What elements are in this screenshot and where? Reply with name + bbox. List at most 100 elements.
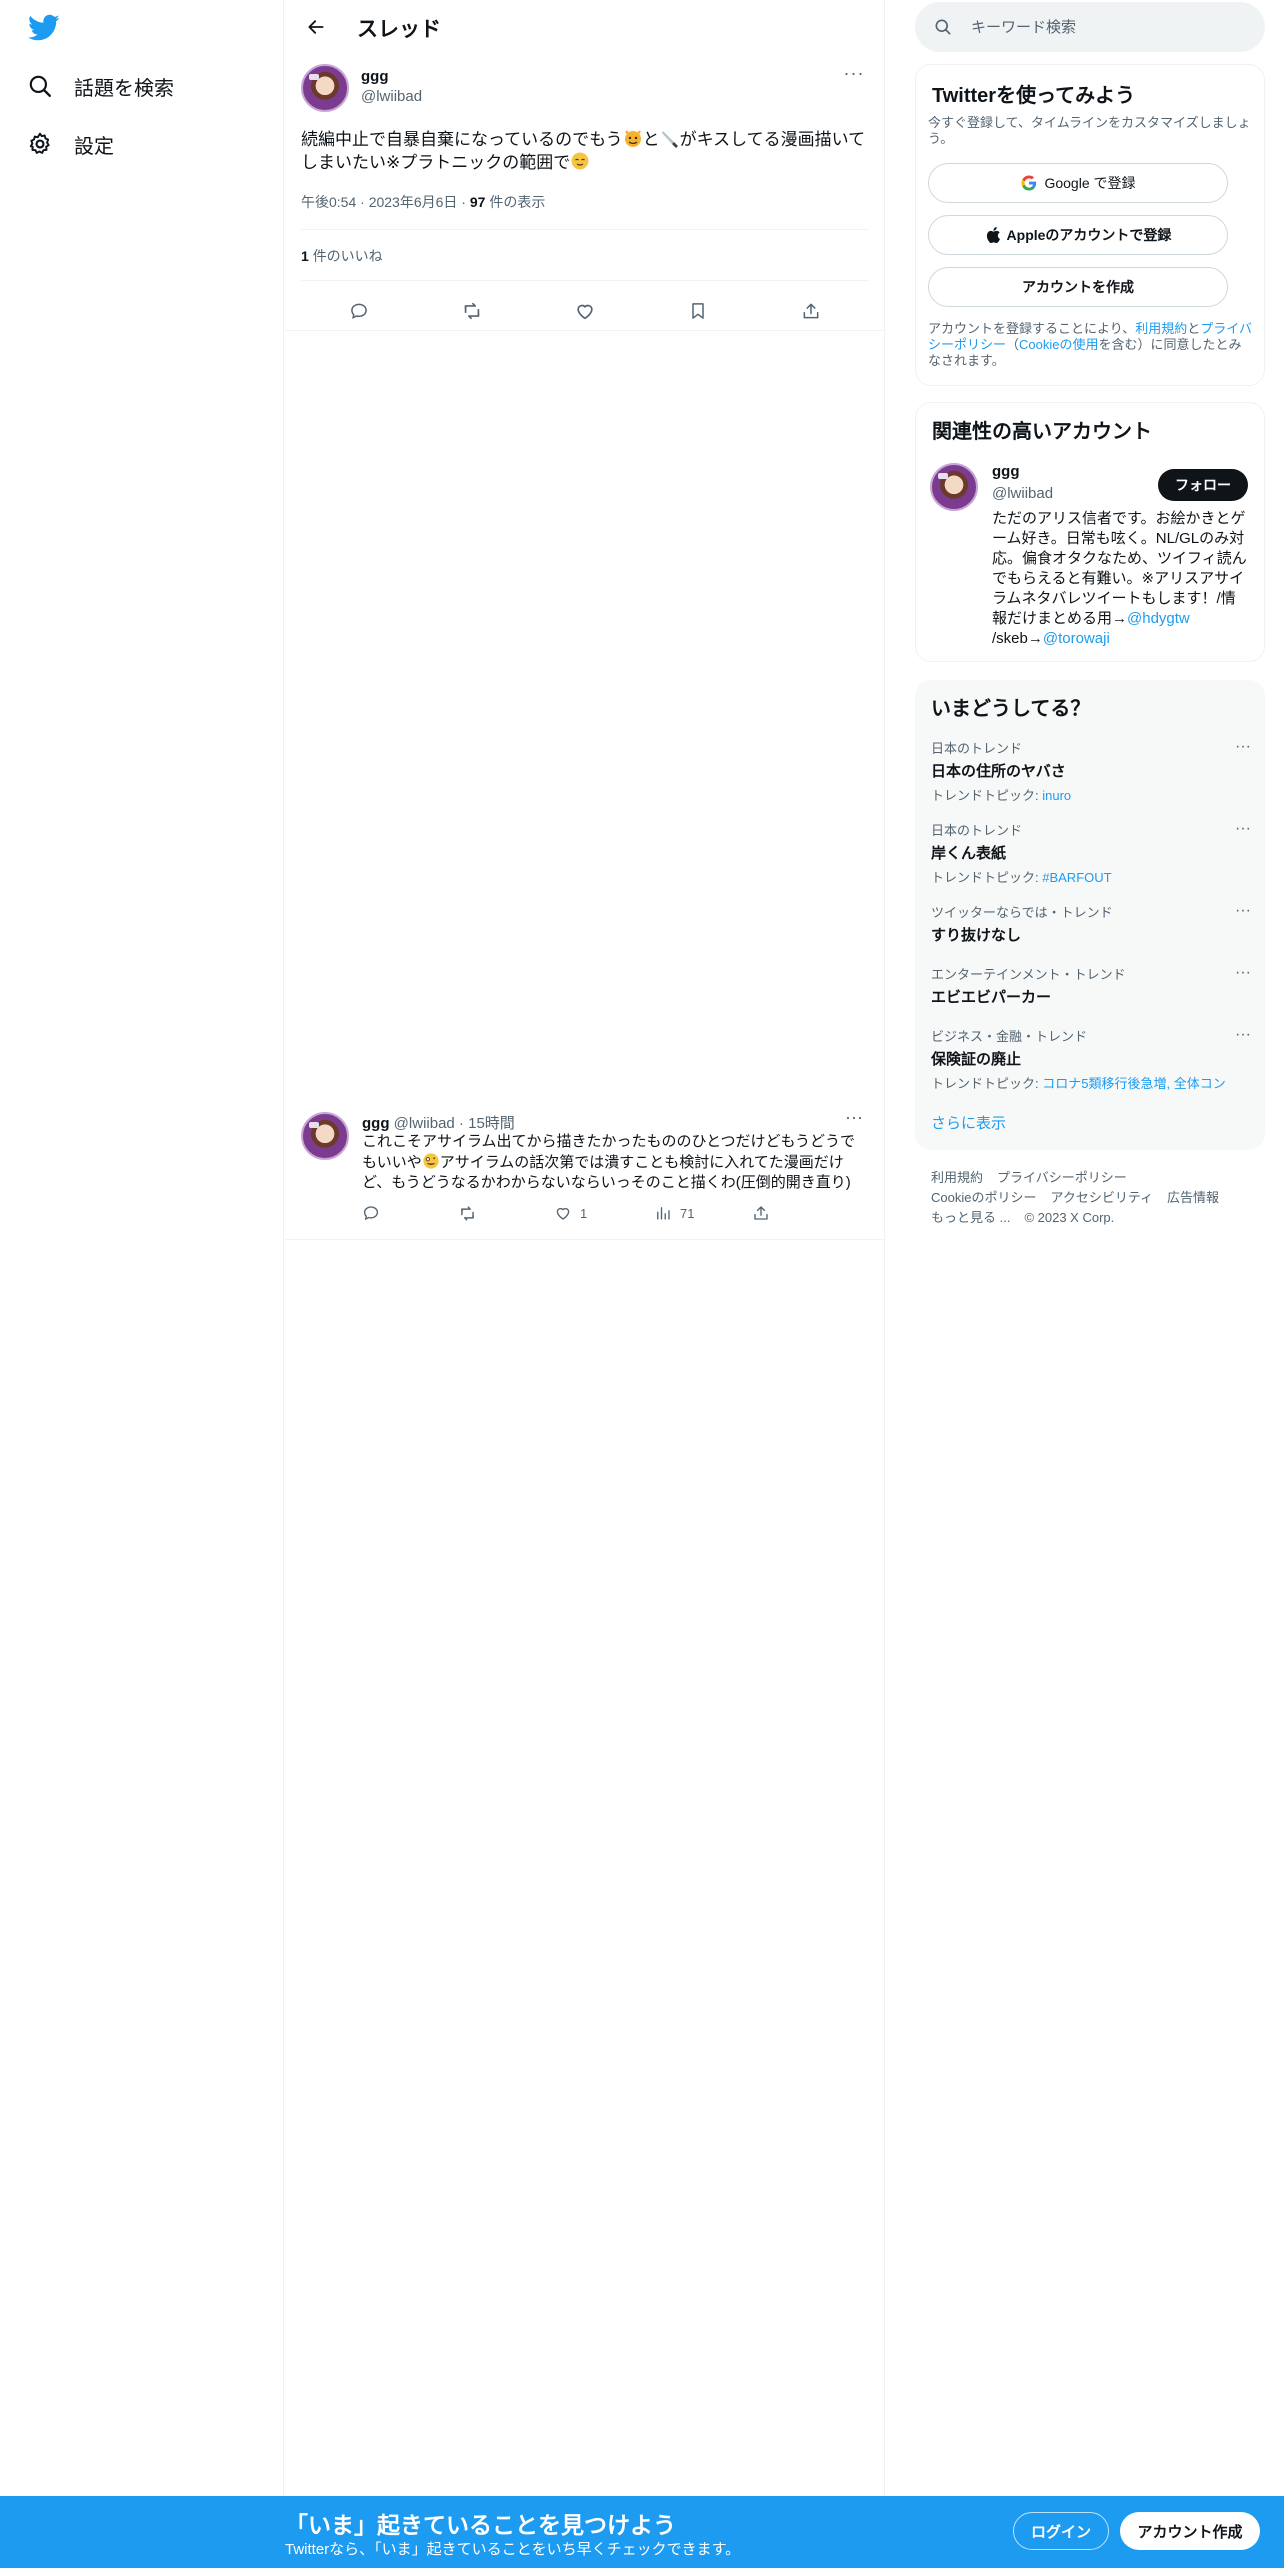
reply-header: ggg @lwiibad · 15時間 [362, 1115, 515, 1132]
like-heart-icon [554, 1204, 572, 1222]
search-box[interactable] [915, 2, 1265, 52]
terms-text: アカウントを登録することにより、 [928, 321, 1136, 336]
tweet-text: これこそアサイラム出てから描きたかったもののひとつだけどもうどうでもいいや アサイ… [362, 1132, 862, 1193]
divider [285, 330, 885, 331]
trend-item[interactable]: ツイッターならでは・トレンド すり抜けなし ··· [931, 902, 1251, 945]
account-bio: ただのアリス信者です。お絵かきとゲーム好き。日常も呟く。NL/GLのみ対応。偏食… [992, 509, 1250, 649]
nav-item-explore[interactable]: 話題を検索 [26, 66, 174, 106]
trend-title: エビエビパーカー [931, 989, 1052, 1006]
tweet-time[interactable]: 午後0:54 [301, 194, 356, 210]
trend-topic-link[interactable]: inuro [1042, 788, 1071, 803]
apple-signup-button[interactable]: Appleのアカウントで登録 [928, 215, 1228, 255]
trend-topic-link[interactable]: コロナ5類移行後急増, 全体コン [1042, 1076, 1225, 1091]
back-arrow-icon[interactable] [299, 12, 333, 42]
footer-link[interactable]: 利用規約 [931, 1170, 983, 1185]
retweet-icon[interactable] [458, 1204, 477, 1223]
more-options-icon[interactable]: ··· [1235, 820, 1251, 838]
reply-tweet[interactable]: ggg @lwiibad · 15時間 ··· これこそアサイラム出てから描きた… [285, 1100, 885, 1240]
search-input[interactable] [971, 16, 1241, 38]
terms-link[interactable]: 利用規約 [1135, 321, 1187, 336]
zany-face-emoji-icon [422, 1152, 440, 1170]
footer-link[interactable]: プライバシーポリシー [997, 1170, 1127, 1185]
knife-emoji-icon [660, 128, 680, 148]
trend-item[interactable]: エンターテインメント・トレンド エビエビパーカー ··· [931, 964, 1251, 1007]
google-logo-icon [1020, 174, 1038, 192]
avatar[interactable] [301, 64, 349, 112]
cookie-link[interactable]: Cookieの使用 [1019, 337, 1098, 352]
more-options-icon[interactable]: ··· [1235, 964, 1251, 982]
page-header: スレッド [285, 0, 885, 54]
footer-link[interactable]: Cookieのポリシー [931, 1190, 1036, 1205]
trend-topic-link[interactable]: #BARFOUT [1042, 870, 1111, 885]
like-button[interactable]: 1 [554, 1204, 587, 1222]
search-icon [933, 17, 953, 42]
like-heart-icon[interactable] [568, 294, 602, 328]
trend-context: エンターテインメント・トレンド [931, 967, 1126, 982]
show-more-link[interactable]: さらに表示 [931, 1112, 1006, 1133]
bio-mention-link[interactable]: @torowaji [1043, 630, 1110, 647]
account-handle[interactable]: @lwiibad [992, 485, 1053, 502]
google-signup-button[interactable]: Google で登録 [928, 163, 1228, 203]
footer-links: 利用規約 プライバシーポリシー Cookieのポリシー アクセシビリティ 広告情報 も… [931, 1168, 1261, 1228]
views-button[interactable]: 71 [654, 1204, 694, 1222]
trend-title: 岸くん表紙 [931, 845, 1007, 862]
like-count: 1 [580, 1205, 588, 1221]
bottom-signup-bar: 「いま」起きていることを見つけよう Twitterなら、「いま」起きていることを… [0, 2496, 1284, 2568]
more-options-icon[interactable]: ··· [1235, 902, 1251, 920]
nav-item-settings[interactable]: 設定 [26, 124, 114, 164]
author-handle[interactable]: @lwiibad [361, 88, 422, 105]
trend-context: 日本のトレンド [931, 741, 1023, 756]
apple-logo-icon [985, 226, 1001, 244]
devil-face-emoji-icon [623, 128, 643, 148]
trend-context: ツイッターならでは・トレンド [931, 905, 1113, 920]
tweet-meta: 午後0:54 · 2023年6月6日 · 97 件の表示 [301, 194, 546, 210]
create-account-button[interactable]: アカウントを作成 [928, 267, 1228, 307]
avatar[interactable] [301, 1112, 349, 1160]
login-button[interactable]: ログイン [1013, 2512, 1109, 2550]
retweet-icon[interactable] [455, 294, 489, 328]
trend-sub: トレンドトピック: コロナ5類移行後急増, 全体コン [931, 1073, 1251, 1092]
views-count: 97 [469, 194, 486, 210]
likes-summary[interactable]: 1 件のいいね [301, 246, 383, 266]
more-options-icon[interactable]: ··· [1235, 738, 1251, 756]
author-name[interactable]: ggg [361, 68, 389, 85]
author-name[interactable]: ggg [362, 1115, 390, 1132]
likes-label: 件のいいね [312, 248, 383, 264]
create-account-label: アカウントを作成 [1022, 279, 1134, 295]
footer-link[interactable]: 広告情報 [1167, 1190, 1219, 1205]
tweet-actions [301, 294, 869, 328]
footer-link[interactable]: アクセシビリティ [1050, 1190, 1153, 1205]
trend-context: 日本のトレンド [931, 823, 1023, 838]
signup-button[interactable]: アカウント作成 [1120, 2512, 1260, 2550]
bookmark-icon[interactable] [681, 294, 715, 328]
reply-icon[interactable] [342, 294, 376, 328]
avatar[interactable] [930, 463, 978, 511]
trend-item[interactable]: ビジネス・金融・トレンド 保険証の廃止 トレンドトピック: コロナ5類移行後急増… [931, 1026, 1251, 1092]
trend-sub: トレンドトピック: #BARFOUT [931, 867, 1251, 886]
trend-sub-label: トレンドトピック: [931, 788, 1043, 803]
main-column: スレッド ggg @lwiibad ··· 続編中止で自暴自棄になっているのでも… [285, 0, 885, 2500]
twitter-bird-icon[interactable] [28, 14, 62, 44]
follow-button[interactable]: フォロー [1158, 469, 1248, 501]
author-handle[interactable]: @lwiibad [394, 1115, 455, 1132]
views-label: 件の表示 [489, 194, 546, 210]
more-options-icon[interactable]: ··· [839, 1108, 869, 1130]
footer-more-link[interactable]: もっと見る ... [931, 1210, 1010, 1225]
bio-mention-link[interactable]: @hdygtw [1127, 610, 1190, 627]
trend-sub-label: トレンドトピック: [931, 870, 1043, 885]
share-icon[interactable] [752, 1204, 770, 1222]
more-options-icon[interactable]: ··· [1235, 1026, 1251, 1044]
trends-card: いまどうしてる？ 日本のトレンド 日本の住所のヤバさ トレンドトピック: inu… [915, 680, 1265, 1150]
trend-item[interactable]: 日本のトレンド 岸くん表紙 トレンドトピック: #BARFOUT ··· [931, 820, 1251, 886]
account-name[interactable]: ggg [992, 463, 1020, 480]
share-icon[interactable] [794, 294, 828, 328]
trend-item[interactable]: 日本のトレンド 日本の住所のヤバさ トレンドトピック: inuro ··· [931, 738, 1251, 804]
trends-card-title: いまどうしてる？ [931, 698, 1091, 720]
signup-card: Twitterを使ってみよう 今すぐ登録して、タイムラインをカスタマイズしましょ… [915, 64, 1265, 386]
tweet-date[interactable]: 2023年6月6日 [369, 194, 458, 210]
related-accounts-card: 関連性の高いアカウント ggg @lwiibad フォロー ただのアリス信者です… [915, 402, 1265, 662]
tweet-time[interactable]: 15時間 [468, 1115, 515, 1132]
reply-icon[interactable] [362, 1204, 380, 1222]
signup-card-subtitle: 今すぐ登録して、タイムラインをカスタマイズしましょう。 [928, 115, 1251, 146]
more-options-icon[interactable]: ··· [839, 64, 869, 86]
